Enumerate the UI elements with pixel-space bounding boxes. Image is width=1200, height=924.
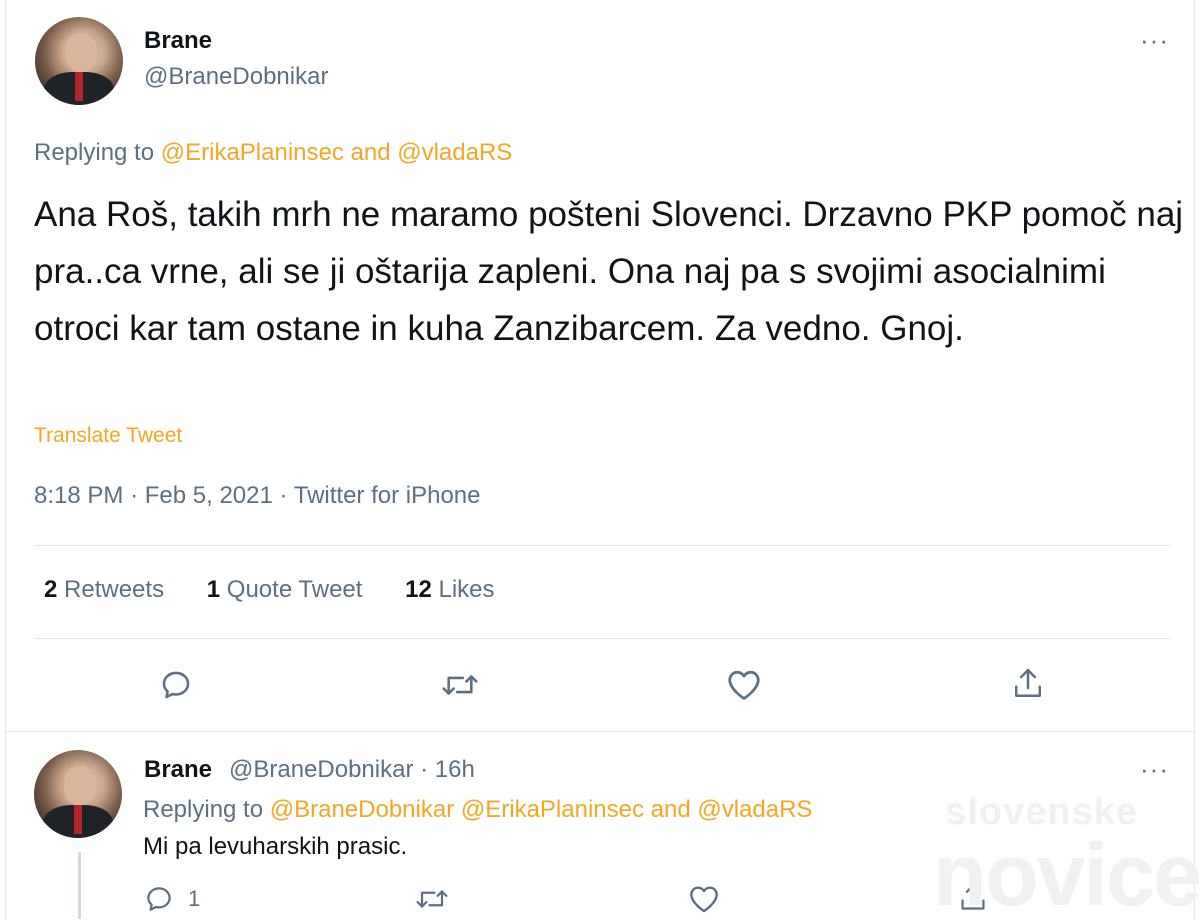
frame-border-left <box>5 0 6 919</box>
retweet-icon <box>442 675 478 695</box>
tweet-time-ago[interactable]: 16h <box>435 756 475 783</box>
like-icon <box>728 670 760 700</box>
avatar[interactable] <box>34 750 122 838</box>
thread-divider <box>5 731 1195 732</box>
reply-icon <box>147 887 171 911</box>
reply-button[interactable] <box>159 668 193 702</box>
retweet-button[interactable] <box>414 884 450 914</box>
tweet-text: Ana Roš, takih mrh ne maramo pošteni Slo… <box>34 195 1184 348</box>
retweet-button[interactable] <box>440 668 480 702</box>
tweet-text: Mi pa levuharskih prasic. <box>143 833 408 860</box>
reply-count: 1 <box>188 886 201 911</box>
replying-prefix: Replying to <box>143 796 270 823</box>
watermark-logo: slovenske novice <box>910 792 1200 919</box>
translate-tweet-link[interactable]: Translate Tweet <box>34 424 182 448</box>
reply-icon <box>162 671 190 699</box>
replying-prefix: Replying to <box>34 139 161 166</box>
author-name[interactable]: Brane <box>144 756 212 784</box>
replying-to: Replying to @ErikaPlaninsec and @vladaRS <box>34 139 512 167</box>
quotes-stat[interactable]: 1 Quote Tweet <box>207 576 363 603</box>
author-handle[interactable]: @BraneDobnikar <box>229 756 413 783</box>
tweet-date[interactable]: Feb 5, 2021 <box>145 482 273 509</box>
author-handle-time: @BraneDobnikar · 16h <box>229 756 475 783</box>
author-name[interactable]: Brane <box>144 27 212 55</box>
like-icon <box>690 886 718 913</box>
replying-to: Replying to @BraneDobnikar @ErikaPlanins… <box>143 796 812 824</box>
share-icon <box>1014 668 1042 698</box>
retweets-stat[interactable]: 2 Retweets <box>44 576 164 603</box>
engagement-stats: 2 Retweets 1 Quote Tweet 12 Likes <box>44 576 531 604</box>
thread-line <box>78 852 81 919</box>
frame-border-right <box>1194 0 1195 919</box>
tweet-meta: 8:18 PM · Feb 5, 2021 · Twitter for iPho… <box>34 482 481 509</box>
replying-mentions[interactable]: @ErikaPlaninsec and @vladaRS <box>161 139 513 166</box>
likes-stat[interactable]: 12 Likes <box>405 576 494 603</box>
avatar[interactable] <box>35 17 123 105</box>
more-horizontal-icon[interactable]: ··· <box>1140 756 1169 782</box>
like-button[interactable] <box>726 668 762 702</box>
replying-mentions[interactable]: @BraneDobnikar @ErikaPlaninsec and @vlad… <box>270 796 813 823</box>
more-horizontal-icon[interactable]: ··· <box>1140 27 1169 53</box>
retweet-icon <box>416 890 448 908</box>
tweet-source[interactable]: Twitter for iPhone <box>294 482 481 509</box>
like-button[interactable] <box>688 884 720 914</box>
share-button[interactable] <box>1011 666 1045 702</box>
reply-button[interactable]: 1 <box>144 884 200 914</box>
tweet-time[interactable]: 8:18 PM <box>34 482 123 509</box>
watermark-line2: novice <box>933 825 1200 924</box>
divider <box>34 545 1170 546</box>
divider <box>34 638 1170 639</box>
author-handle[interactable]: @BraneDobnikar <box>144 63 328 91</box>
